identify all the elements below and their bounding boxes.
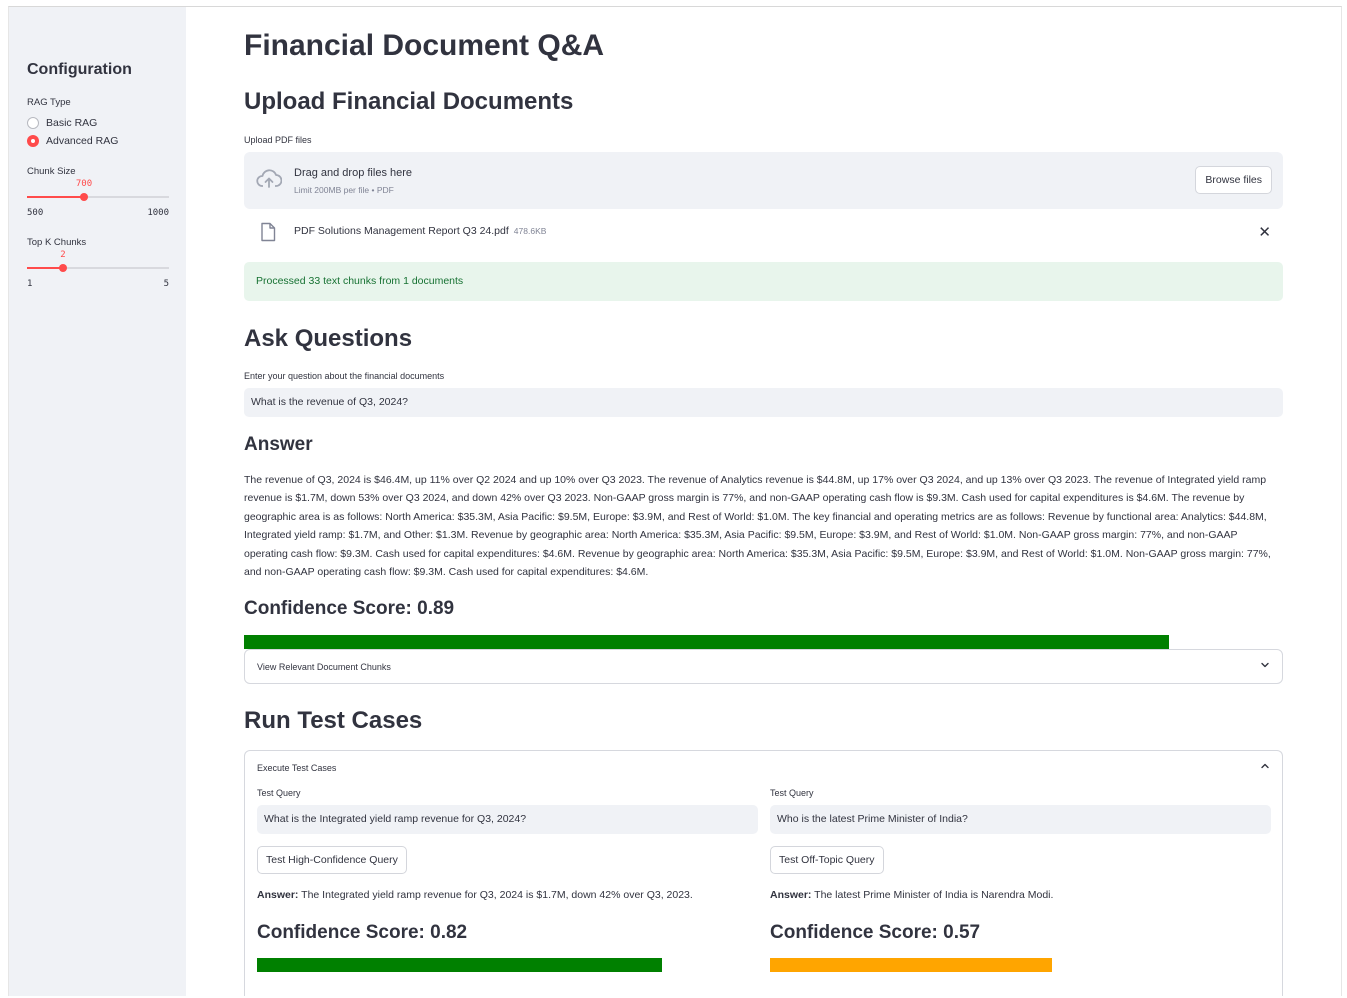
sidebar-title: Configuration xyxy=(27,61,132,78)
slider-value: 2 xyxy=(60,250,66,260)
dropzone-text: Drag and drop files here xyxy=(294,167,413,179)
answer-text: The Integrated yield ramp revenue for Q3… xyxy=(301,889,693,901)
test-off-topic-button[interactable]: Test Off-Topic Query xyxy=(770,846,884,874)
file-icon xyxy=(260,222,276,247)
chevron-down-icon xyxy=(1260,660,1270,673)
page-title: Financial Document Q&A xyxy=(244,29,605,62)
relevant-chunks-expander[interactable]: View Relevant Document Chunks xyxy=(244,649,1283,684)
test-query-label: Test Query xyxy=(257,788,301,798)
upload-label: Upload PDF files xyxy=(244,135,312,145)
browse-files-button[interactable]: Browse files xyxy=(1195,166,1272,194)
answer-prefix: Answer: xyxy=(257,889,299,901)
uploaded-file: PDF Solutions Management Report Q3 24.pd… xyxy=(244,219,1283,247)
file-name: PDF Solutions Management Report Q3 24.pd… xyxy=(294,225,546,237)
radio-label: Advanced RAG xyxy=(46,135,119,147)
chunk-size-range: 500 1000 xyxy=(27,208,169,218)
slider-thumb[interactable] xyxy=(80,193,88,201)
confidence-score-offtopic: Confidence Score: 0.57 xyxy=(770,922,981,943)
answer-text: The revenue of Q3, 2024 is $46.4M, up 11… xyxy=(244,474,1271,579)
test-query-label: Test Query xyxy=(770,788,814,798)
main-content: Financial Document Q&A Upload Financial … xyxy=(186,7,1341,996)
slider-fill xyxy=(27,196,84,198)
slider-max: 1000 xyxy=(147,208,169,218)
radio-circle xyxy=(27,117,39,129)
sidebar: Configuration RAG Type Basic RAG Advance… xyxy=(9,7,186,996)
test-query-input-high[interactable]: What is the Integrated yield ramp revenu… xyxy=(257,805,758,834)
confidence-score: Confidence Score: 0.89 xyxy=(244,598,455,619)
ask-heading: Ask Questions xyxy=(244,325,413,352)
confidence-bar xyxy=(244,635,1169,649)
test-query-input-offtopic[interactable]: Who is the latest Prime Minister of Indi… xyxy=(770,805,1271,834)
test-cases-heading: Run Test Cases xyxy=(244,707,423,734)
question-label: Enter your question about the financial … xyxy=(244,371,445,381)
rag-type-label: RAG Type xyxy=(27,97,71,108)
test-answer-offtopic: Answer: The latest Prime Minister of Ind… xyxy=(770,889,1053,901)
dropzone-limit: Limit 200MB per file • PDF xyxy=(294,185,394,195)
answer-text: The latest Prime Minister of India is Na… xyxy=(814,889,1054,901)
success-alert: Processed 33 text chunks from 1 document… xyxy=(244,262,1283,301)
slider-thumb[interactable] xyxy=(59,264,67,272)
top-k-label: Top K Chunks xyxy=(27,237,87,248)
upload-heading: Upload Financial Documents xyxy=(244,88,574,115)
execute-test-cases-expander: Execute Test Cases Test Query What is th… xyxy=(244,750,1283,996)
slider-max: 5 xyxy=(163,279,169,289)
slider-min: 500 xyxy=(27,208,44,218)
answer-prefix: Answer: xyxy=(770,889,812,901)
expander-label[interactable]: Execute Test Cases xyxy=(257,763,336,773)
chevron-up-icon[interactable] xyxy=(1260,761,1270,774)
file-size: 478.6KB xyxy=(513,226,547,236)
file-name-text: PDF Solutions Management Report Q3 24.pd… xyxy=(294,225,509,237)
app-frame: Configuration RAG Type Basic RAG Advance… xyxy=(8,6,1342,996)
confidence-score-high: Confidence Score: 0.82 xyxy=(257,922,468,943)
radio-circle-selected xyxy=(27,135,39,147)
top-k-range: 1 5 xyxy=(27,279,169,289)
test-answer-high: Answer: The Integrated yield ramp revenu… xyxy=(257,889,693,901)
expander-label: View Relevant Document Chunks xyxy=(257,662,391,672)
chunk-size-label: Chunk Size xyxy=(27,166,76,177)
question-input[interactable]: What is the revenue of Q3, 2024? xyxy=(244,388,1283,417)
slider-value: 700 xyxy=(75,179,93,189)
radio-basic-rag[interactable]: Basic RAG xyxy=(27,117,97,129)
radio-advanced-rag[interactable]: Advanced RAG xyxy=(27,135,118,147)
chunk-size-slider[interactable]: 700 xyxy=(27,179,169,201)
test-high-confidence-button[interactable]: Test High-Confidence Query xyxy=(257,846,407,874)
answer-heading: Answer xyxy=(244,434,313,455)
file-dropzone[interactable]: Drag and drop files here Limit 200MB per… xyxy=(244,152,1283,209)
top-k-slider[interactable]: 2 xyxy=(27,250,169,272)
cloud-upload-icon xyxy=(256,169,283,194)
confidence-bar-high xyxy=(257,958,662,972)
slider-min: 1 xyxy=(27,279,33,289)
slider-fill xyxy=(27,267,63,269)
radio-label: Basic RAG xyxy=(46,117,98,129)
remove-file-close-icon[interactable]: ✕ xyxy=(1258,223,1271,241)
confidence-bar-offtopic xyxy=(770,958,1052,972)
